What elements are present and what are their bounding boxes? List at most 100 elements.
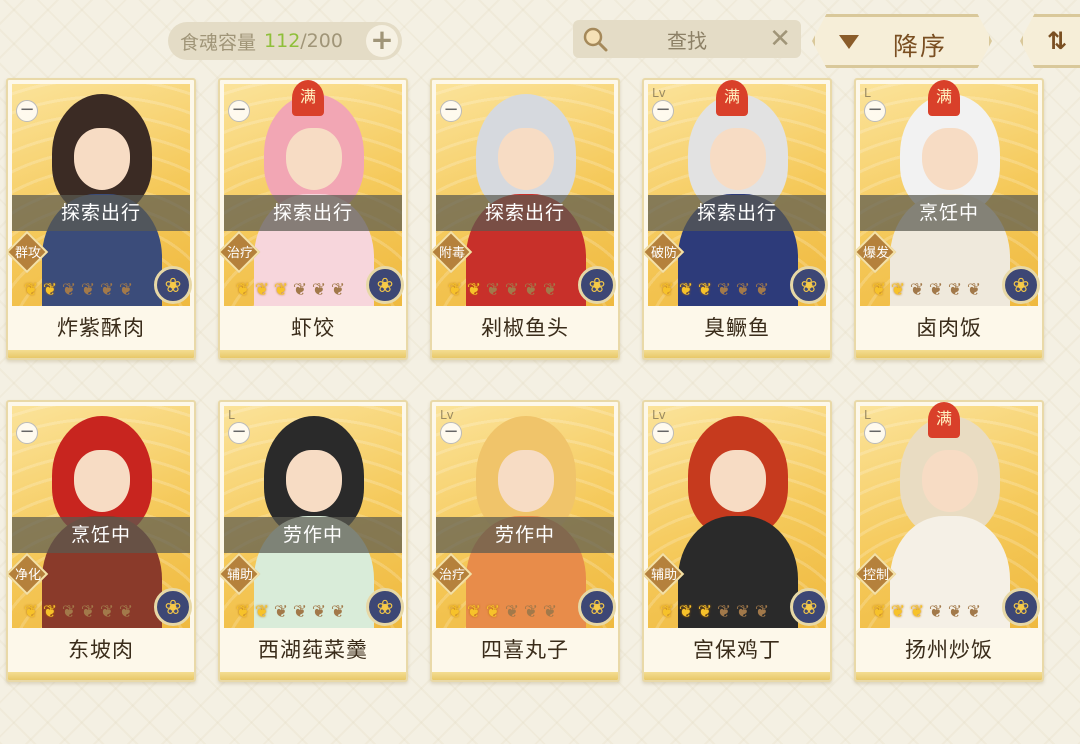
character-card[interactable]: − 满 探索出行 治疗 ❦ ❦ ❦ ❦ ❦ ❦ ❀ 虾饺	[218, 78, 408, 360]
flame-empty-icon: ❦	[485, 280, 501, 300]
role-badge: 治疗	[220, 230, 262, 275]
flame-empty-icon: ❦	[928, 280, 944, 300]
flame-empty-icon: ❦	[716, 602, 732, 622]
flame-filled-icon: ❦	[254, 602, 270, 622]
capacity-current: 112	[264, 30, 301, 52]
character-card[interactable]: − 烹饪中 净化 ❦ ❦ ❦ ❦ ❦ ❦ ❀ 东坡肉	[6, 400, 196, 682]
remove-icon[interactable]: −	[864, 422, 886, 444]
status-banner: 探索出行	[224, 195, 402, 231]
element-icon: ❀	[790, 266, 828, 304]
rank-flames: ❦ ❦ ❦ ❦ ❦ ❦	[22, 601, 135, 623]
element-icon: ❀	[1002, 266, 1040, 304]
flame-filled-icon: ❦	[23, 280, 39, 300]
flame-empty-icon: ❦	[80, 280, 96, 300]
flame-filled-icon: ❦	[447, 280, 463, 300]
capacity-total: /200	[300, 30, 343, 52]
character-card[interactable]: Lv − 劳作中 治疗 ❦ ❦ ❦ ❦ ❦ ❦ ❀ 四喜丸子	[430, 400, 620, 682]
clear-icon[interactable]: ✕	[769, 24, 791, 54]
flame-empty-icon: ❦	[504, 602, 520, 622]
flame-empty-icon: ❦	[735, 602, 751, 622]
remove-icon[interactable]: −	[228, 100, 250, 122]
role-badge: 辅助	[220, 552, 262, 597]
flame-filled-icon: ❦	[678, 280, 694, 300]
element-icon: ❀	[154, 266, 192, 304]
flame-empty-icon: ❦	[909, 280, 925, 300]
flame-empty-icon: ❦	[330, 602, 346, 622]
character-figure	[890, 416, 1010, 628]
flame-filled-icon: ❦	[235, 602, 251, 622]
element-icon: ❀	[578, 588, 616, 626]
max-badge: 满	[716, 80, 748, 116]
element-icon: ❀	[154, 588, 192, 626]
flame-filled-icon: ❦	[909, 602, 925, 622]
element-icon: ❀	[366, 266, 404, 304]
character-name: 卤肉饭	[916, 316, 982, 340]
flame-empty-icon: ❦	[523, 602, 539, 622]
remove-icon[interactable]: −	[440, 100, 462, 122]
flame-empty-icon: ❦	[99, 602, 115, 622]
sort-order-button[interactable]: 降序	[812, 14, 992, 68]
flame-filled-icon: ❦	[890, 602, 906, 622]
flame-empty-icon: ❦	[947, 602, 963, 622]
max-badge: 满	[928, 80, 960, 116]
flame-filled-icon: ❦	[659, 602, 675, 622]
flame-empty-icon: ❦	[311, 280, 327, 300]
level-label: L	[864, 408, 871, 422]
character-card[interactable]: L − 劳作中 辅助 ❦ ❦ ❦ ❦ ❦ ❦ ❀ 西湖莼菜羹	[218, 400, 408, 682]
character-name: 虾饺	[291, 316, 335, 340]
flame-empty-icon: ❦	[292, 280, 308, 300]
status-banner: 烹饪中	[860, 195, 1038, 231]
remove-icon[interactable]: −	[652, 100, 674, 122]
rank-flames: ❦ ❦ ❦ ❦ ❦ ❦	[658, 279, 771, 301]
search-input[interactable]: 查找 ✕	[573, 20, 801, 58]
character-card[interactable]: L − 满 控制 ❦ ❦ ❦ ❦ ❦ ❦ ❀ 扬州炒饭	[854, 400, 1044, 682]
role-label: 控制	[862, 568, 889, 583]
remove-icon[interactable]: −	[864, 100, 886, 122]
status-banner: 烹饪中	[12, 517, 190, 553]
character-card[interactable]: L − 满 烹饪中 爆发 ❦ ❦ ❦ ❦ ❦ ❦ ❀ 卤肉饭	[854, 78, 1044, 360]
rank-flames: ❦ ❦ ❦ ❦ ❦ ❦	[446, 601, 559, 623]
element-icon: ❀	[1002, 588, 1040, 626]
character-card[interactable]: Lv − 满 探索出行 破防 ❦ ❦ ❦ ❦ ❦ ❦ ❀ 臭鳜鱼	[642, 78, 832, 360]
character-name: 宫保鸡丁	[693, 638, 781, 662]
character-card[interactable]: − 探索出行 群攻 ❦ ❦ ❦ ❦ ❦ ❦ ❀ 炸紫酥肉	[6, 78, 196, 360]
status-banner: 探索出行	[436, 195, 614, 231]
element-icon: ❀	[790, 588, 828, 626]
remove-icon[interactable]: −	[652, 422, 674, 444]
flame-filled-icon: ❦	[871, 602, 887, 622]
role-badge: 破防	[644, 230, 686, 275]
character-card[interactable]: Lv − 辅助 ❦ ❦ ❦ ❦ ❦ ❦ ❀ 宫保鸡丁	[642, 400, 832, 682]
remove-icon[interactable]: −	[228, 422, 250, 444]
level-label: L	[864, 86, 871, 100]
flame-empty-icon: ❦	[716, 280, 732, 300]
level-label: Lv	[652, 86, 666, 100]
rank-flames: ❦ ❦ ❦ ❦ ❦ ❦	[658, 601, 771, 623]
remove-icon[interactable]: −	[16, 422, 38, 444]
role-label: 净化	[14, 568, 41, 583]
flame-empty-icon: ❦	[966, 602, 982, 622]
flame-empty-icon: ❦	[118, 280, 134, 300]
flame-empty-icon: ❦	[735, 280, 751, 300]
rank-flames: ❦ ❦ ❦ ❦ ❦ ❦	[234, 601, 347, 623]
expand-capacity-button[interactable]: +	[366, 25, 398, 57]
character-card[interactable]: − 探索出行 附毒 ❦ ❦ ❦ ❦ ❦ ❦ ❀ 剁椒鱼头	[430, 78, 620, 360]
flame-empty-icon: ❦	[754, 602, 770, 622]
flame-filled-icon: ❦	[42, 602, 58, 622]
flame-filled-icon: ❦	[254, 280, 270, 300]
remove-icon[interactable]: −	[16, 100, 38, 122]
remove-icon[interactable]: −	[440, 422, 462, 444]
character-name: 东坡肉	[68, 638, 134, 662]
character-name: 西湖莼菜羹	[258, 638, 368, 662]
sort-order-label: 降序	[893, 32, 948, 61]
flame-empty-icon: ❦	[330, 280, 346, 300]
flame-filled-icon: ❦	[447, 602, 463, 622]
rank-flames: ❦ ❦ ❦ ❦ ❦ ❦	[234, 279, 347, 301]
status-banner: 劳作中	[224, 517, 402, 553]
flame-filled-icon: ❦	[466, 280, 482, 300]
flame-empty-icon: ❦	[754, 280, 770, 300]
flame-empty-icon: ❦	[61, 280, 77, 300]
rank-flames: ❦ ❦ ❦ ❦ ❦ ❦	[22, 279, 135, 301]
status-banner: 探索出行	[648, 195, 826, 231]
chevron-down-icon	[839, 35, 859, 49]
role-badge: 治疗	[432, 552, 474, 597]
